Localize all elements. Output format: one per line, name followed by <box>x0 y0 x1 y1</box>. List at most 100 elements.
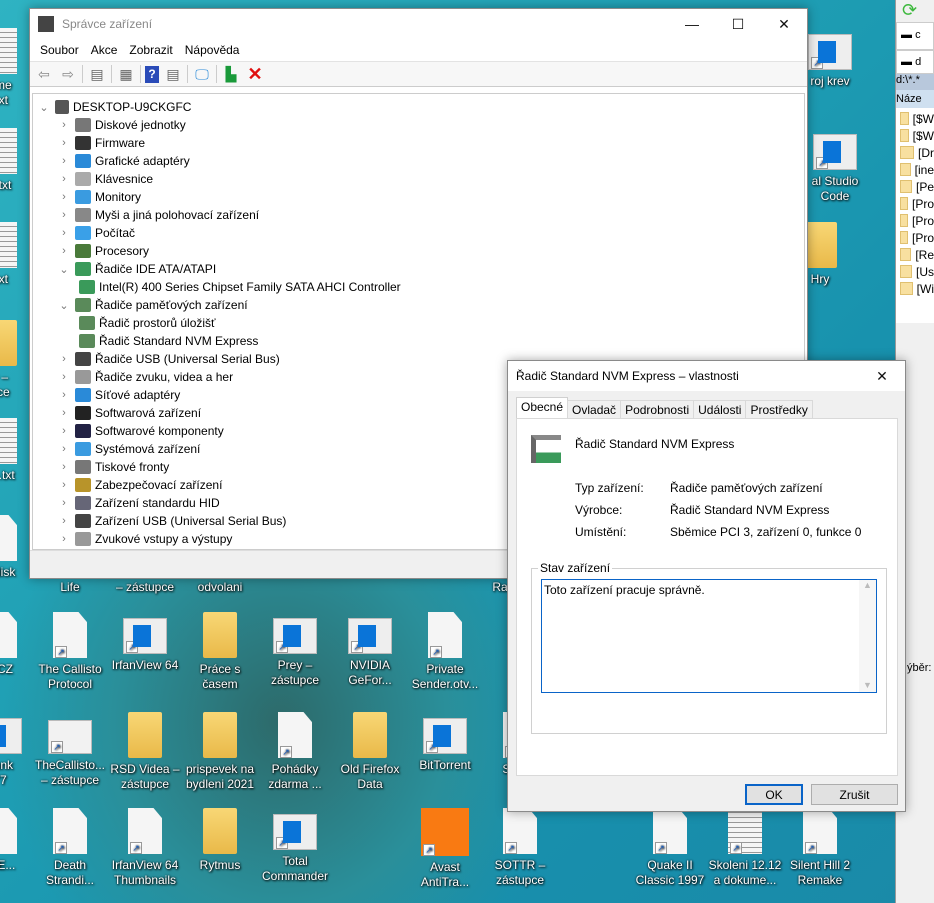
tree-item[interactable]: › Klávesnice <box>33 170 804 188</box>
desktop-icon[interactable]: – zástupce <box>107 580 183 595</box>
file-list-item[interactable]: [Pro <box>896 195 934 212</box>
desktop-icon[interactable]: ↗ SOTTR – zástupce <box>482 808 558 888</box>
scan-hardware-icon[interactable]: 🖵 <box>192 64 212 84</box>
chevron-right-icon[interactable]: › <box>57 191 71 203</box>
tab-ovladac[interactable]: Ovladač <box>567 400 622 418</box>
back-icon[interactable]: ⇦ <box>34 64 54 84</box>
chevron-right-icon[interactable]: › <box>57 461 71 473</box>
tab-prostredky[interactable]: Prostředky <box>745 400 813 418</box>
tab-udalosti[interactable]: Události <box>693 400 747 418</box>
tab-obecne[interactable]: Obecné <box>516 397 569 419</box>
tree-item[interactable]: ⌄ Řadiče IDE ATA/ATAPI <box>33 260 804 278</box>
tab-podrobnosti[interactable]: Podrobnosti <box>620 400 695 418</box>
tree-item[interactable]: › Počítač <box>33 224 804 242</box>
menu-soubor[interactable]: Soubor <box>34 43 85 57</box>
menu-napoveda[interactable]: Nápověda <box>179 43 246 57</box>
chevron-right-icon[interactable]: › <box>57 425 71 437</box>
desktop-icon[interactable]: Rytmus <box>182 808 258 873</box>
refresh-icon[interactable]: ⟳ <box>896 0 934 22</box>
chevron-right-icon[interactable]: › <box>57 371 71 383</box>
chevron-right-icon[interactable]: › <box>57 353 71 365</box>
desktop-icon[interactable]: ↗ IrfanView 64 Thumbnails <box>107 808 183 888</box>
action-pane-icon[interactable]: ▤ <box>163 64 183 84</box>
tree-item[interactable]: Intel(R) 400 Series Chipset Family SATA … <box>33 278 804 296</box>
tree-item[interactable]: › Firmware <box>33 134 804 152</box>
tree-item[interactable]: Řadič prostorů úložišť <box>33 314 804 332</box>
chevron-right-icon[interactable]: › <box>57 155 71 167</box>
drive-d-button[interactable]: ▬ d <box>896 50 934 74</box>
chevron-right-icon[interactable]: › <box>57 443 71 455</box>
desktop-icon[interactable]: ↗ TheCallisto... – zástupce <box>32 712 108 788</box>
desktop-icon[interactable]: ↗ Prey – zástupce <box>257 612 333 688</box>
chevron-right-icon[interactable]: › <box>57 119 71 131</box>
desktop-icon[interactable]: prispevek na bydleni 2021 <box>182 712 258 792</box>
uninstall-device-icon[interactable]: ✕ <box>245 64 265 84</box>
desktop-icon[interactable]: ↗ Total Commander <box>257 808 333 884</box>
file-list-item[interactable]: [$W <box>896 110 934 127</box>
desktop-icon[interactable]: ↗ al Studio Code <box>797 128 873 204</box>
desktop-icon[interactable]: Práce s časem <box>182 612 258 692</box>
chevron-down-icon[interactable]: ⌄ <box>57 299 71 312</box>
desktop-icon[interactable]: ↗ Death Strandi... <box>32 808 108 888</box>
ok-button[interactable]: OK <box>745 784 803 805</box>
tree-item[interactable]: › Grafické adaptéry <box>33 152 804 170</box>
file-list-item[interactable]: [Pro <box>896 229 934 246</box>
desktop-icon[interactable]: ↗ Avast AntiTra... <box>407 808 483 890</box>
status-textbox[interactable]: Toto zařízení pracuje správně. ▲ ▼ <box>541 579 877 693</box>
chevron-right-icon[interactable]: › <box>57 173 71 185</box>
drive-c-button[interactable]: ▬ c <box>896 22 934 50</box>
file-list-item[interactable]: [Pro <box>896 212 934 229</box>
chevron-right-icon[interactable]: › <box>57 137 71 149</box>
cancel-button[interactable]: Zrušit <box>811 784 898 805</box>
chevron-right-icon[interactable]: › <box>57 497 71 509</box>
maximize-button[interactable]: ☐ <box>715 9 761 39</box>
file-list-item[interactable]: [Re <box>896 246 934 263</box>
tree-item[interactable]: ⌄ Řadiče paměťových zařízení <box>33 296 804 314</box>
forward-icon[interactable]: ⇨ <box>58 64 78 84</box>
tree-root[interactable]: ⌄ DESKTOP-U9CKGFC <box>33 98 804 116</box>
dialog-close-button[interactable]: ✕ <box>859 361 905 391</box>
tree-item[interactable]: Řadič Standard NVM Express <box>33 332 804 350</box>
file-list-item[interactable]: [Dr <box>896 144 934 161</box>
desktop-icon[interactable]: Old Firefox Data <box>332 712 408 792</box>
minimize-button[interactable]: — <box>669 9 715 39</box>
chevron-right-icon[interactable]: › <box>57 515 71 527</box>
desktop-icon[interactable]: ↗ Silent Hill 2 Remake <box>782 808 858 888</box>
desktop-icon[interactable]: ↗ BitTorrent <box>407 712 483 773</box>
file-list-item[interactable]: [ine <box>896 161 934 178</box>
chevron-down-icon[interactable]: ⌄ <box>37 101 51 114</box>
name-column-header[interactable]: Náze <box>896 90 934 108</box>
show-hide-console-tree-icon[interactable]: ▤ <box>87 64 107 84</box>
chevron-right-icon[interactable]: › <box>57 479 71 491</box>
chevron-right-icon[interactable]: › <box>57 209 71 221</box>
properties-icon[interactable]: ▦ <box>116 64 136 84</box>
update-driver-icon[interactable]: ▙ <box>221 64 241 84</box>
file-list-item[interactable]: [Wi <box>896 280 934 297</box>
tree-item[interactable]: › Procesory <box>33 242 804 260</box>
chevron-right-icon[interactable]: › <box>57 533 71 545</box>
file-list-item[interactable]: [Pe <box>896 178 934 195</box>
chevron-right-icon[interactable]: › <box>57 245 71 257</box>
desktop-icon[interactable]: ↗ The Callisto Protocol <box>32 612 108 692</box>
chevron-right-icon[interactable]: › <box>57 389 71 401</box>
menu-zobrazit[interactable]: Zobrazit <box>123 43 178 57</box>
tree-item[interactable]: › Monitory <box>33 188 804 206</box>
desktop-icon[interactable]: ↗ NVIDIA GeFor... <box>332 612 408 688</box>
desktop-icon[interactable]: Life <box>32 580 108 595</box>
file-list-item[interactable]: [$W <box>896 127 934 144</box>
help-icon[interactable]: ? <box>145 65 159 83</box>
desktop-icon[interactable]: ↗ IrfanView 64 <box>107 612 183 673</box>
chevron-right-icon[interactable]: › <box>57 407 71 419</box>
desktop-icon[interactable]: ↗ Pohádky zdarma ... <box>257 712 333 792</box>
close-button[interactable]: ✕ <box>761 9 807 39</box>
desktop-icon[interactable]: ↗ Private Sender.otv... <box>407 612 483 692</box>
tree-item[interactable]: › Diskové jednotky <box>33 116 804 134</box>
file-list-item[interactable]: [Us <box>896 263 934 280</box>
desktop-icon[interactable]: odvolani <box>182 580 258 595</box>
chevron-down-icon[interactable]: ⌄ <box>57 263 71 276</box>
desktop-icon[interactable]: ↗ Quake II Classic 1997 <box>632 808 708 888</box>
tree-item[interactable]: › Myši a jiná polohovací zařízení <box>33 206 804 224</box>
desktop-icon[interactable]: RSD Videa – zástupce <box>107 712 183 792</box>
menu-akce[interactable]: Akce <box>85 43 124 57</box>
desktop-icon[interactable]: ↗ Skoleni 12.12 a dokume... <box>707 808 783 888</box>
